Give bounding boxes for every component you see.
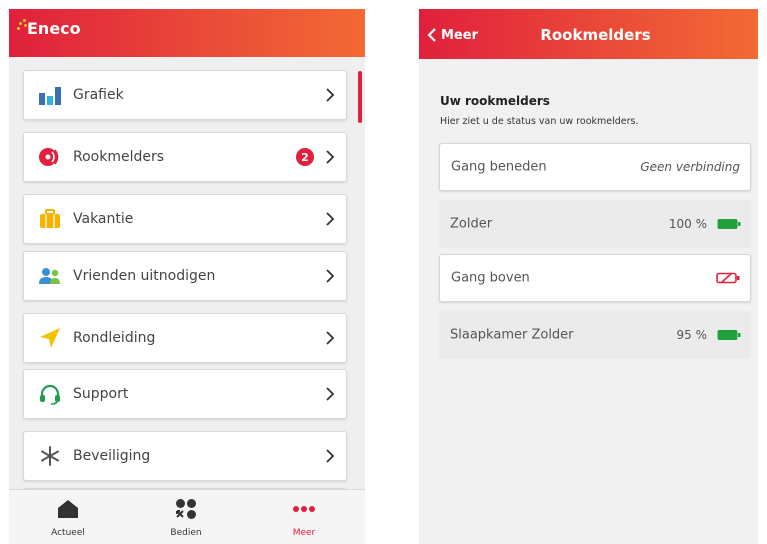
detector-row[interactable]: Gang boven bbox=[439, 254, 751, 302]
battery-full-icon bbox=[717, 330, 741, 340]
control-icon bbox=[174, 498, 198, 520]
bar-chart-icon bbox=[38, 83, 62, 107]
page-title: Rookmelders bbox=[540, 26, 651, 44]
app-header: Eneco bbox=[9, 9, 365, 57]
battery-full-icon bbox=[717, 219, 741, 229]
battery-percentage: 95 % bbox=[676, 328, 708, 342]
chevron-right-icon bbox=[326, 88, 335, 102]
detector-status: 100 % bbox=[669, 217, 741, 231]
tab-actueel[interactable]: Actueel bbox=[9, 490, 127, 544]
app-logo: Eneco bbox=[27, 19, 81, 38]
tab-meer[interactable]: Meer bbox=[245, 490, 363, 544]
chevron-right-icon bbox=[326, 150, 335, 164]
detector-status: 95 % bbox=[677, 328, 742, 342]
menu-item-label: Beveiliging bbox=[73, 448, 151, 464]
detector-name: Gang beneden bbox=[451, 159, 547, 175]
scrollbar[interactable] bbox=[358, 71, 362, 123]
chevron-right-icon bbox=[326, 212, 335, 226]
asterisk-icon bbox=[38, 444, 62, 468]
connection-status: Geen verbinding bbox=[640, 160, 740, 174]
section-subtitle: Hier ziet u de status van uw rookmelders… bbox=[440, 116, 639, 127]
menu-item-label: Grafiek bbox=[73, 87, 124, 103]
menu-item-label: Vrienden uitnodigen bbox=[73, 268, 216, 284]
app-header: Meer Rookmelders bbox=[419, 9, 758, 59]
chevron-right-icon bbox=[326, 269, 335, 283]
detector-row[interactable]: Gang beneden Geen verbinding bbox=[439, 143, 751, 191]
menu-item-beveiliging[interactable]: Beveiliging bbox=[23, 431, 347, 481]
detector-name: Zolder bbox=[450, 216, 493, 232]
chevron-right-icon bbox=[326, 449, 335, 463]
chevron-right-icon bbox=[326, 387, 335, 401]
detector-row[interactable]: Slaapkamer Zolder 95 % bbox=[439, 311, 751, 359]
menu-item-label: Vakantie bbox=[73, 211, 134, 227]
menu-item-grafiek[interactable]: Grafiek bbox=[23, 70, 347, 120]
detector-name: Slaapkamer Zolder bbox=[450, 327, 574, 343]
more-dots-icon bbox=[292, 498, 316, 520]
detector-status: Geen verbinding bbox=[640, 160, 740, 174]
tab-bedien[interactable]: Bedien bbox=[127, 490, 245, 544]
menu-item-vrienden-uitnodigen[interactable]: Vrienden uitnodigen bbox=[23, 251, 347, 301]
menu-screen: Eneco Grafiek Rookmelders 2 Vakantie Vri… bbox=[9, 9, 365, 544]
notification-badge: 2 bbox=[296, 148, 314, 166]
tab-bar: Actueel Bedien Meer bbox=[9, 489, 365, 544]
suitcase-icon bbox=[38, 207, 62, 231]
menu-item-support[interactable]: Support bbox=[23, 369, 347, 419]
navigation-arrow-icon bbox=[38, 326, 62, 350]
menu-item-rondleiding[interactable]: Rondleiding bbox=[23, 313, 347, 363]
menu-item-rookmelders[interactable]: Rookmelders 2 bbox=[23, 132, 347, 182]
smoke-detector-icon bbox=[38, 145, 62, 169]
friends-icon bbox=[38, 264, 62, 288]
section-title: Uw rookmelders bbox=[440, 94, 550, 108]
battery-percentage: 100 % bbox=[668, 217, 707, 231]
detector-row[interactable]: Zolder 100 % bbox=[439, 200, 751, 248]
menu-item-label: Rookmelders bbox=[73, 149, 165, 165]
rookmelders-screen: Meer Rookmelders Uw rookmelders Hier zie… bbox=[419, 9, 758, 544]
menu-item-label: Support bbox=[73, 386, 129, 402]
tab-label: Bedien bbox=[170, 528, 202, 538]
home-icon bbox=[56, 498, 80, 520]
detector-name: Gang boven bbox=[451, 270, 530, 286]
battery-empty-icon bbox=[716, 272, 740, 284]
eneco-logo-icon bbox=[17, 19, 27, 30]
tab-label: Meer bbox=[292, 528, 316, 538]
menu-item-vakantie[interactable]: Vakantie bbox=[23, 194, 347, 244]
headset-icon bbox=[38, 382, 62, 406]
tab-label: Actueel bbox=[51, 528, 85, 538]
detector-status bbox=[716, 272, 740, 284]
menu-item-label: Rondleiding bbox=[73, 330, 156, 346]
chevron-right-icon bbox=[326, 331, 335, 345]
